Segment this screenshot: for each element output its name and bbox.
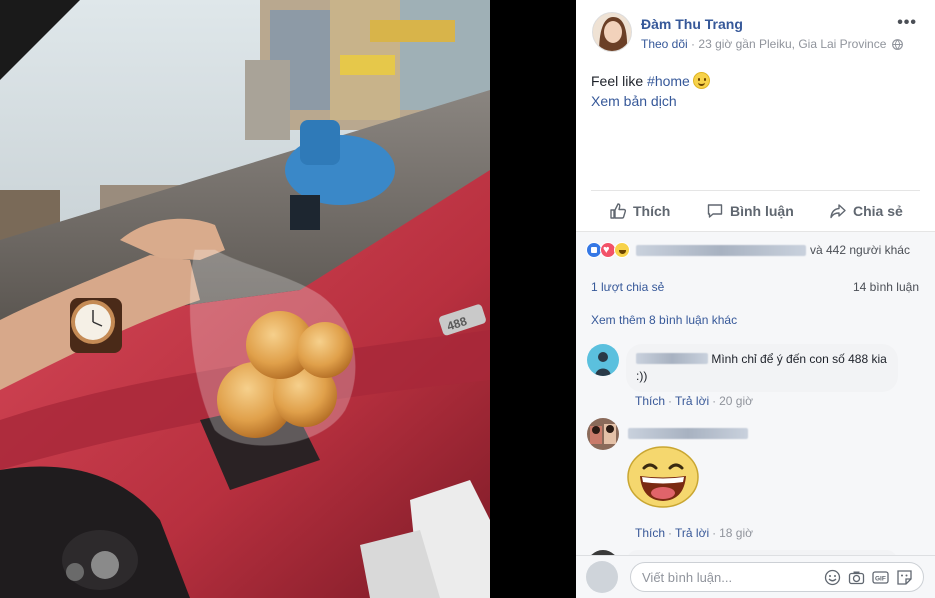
hashtag-link[interactable]: #home — [647, 73, 690, 89]
current-user-avatar — [586, 561, 618, 593]
comment-item: Mình chỉ để ý đến con số 488 kia :)) Thí… — [587, 344, 927, 414]
comment-bubble: Mình chỉ để ý đến con số 488 kia :)) — [626, 344, 898, 392]
blurred-reactor-names — [636, 244, 806, 256]
blurred-commenter-name — [636, 353, 708, 364]
composer-icons: GIF — [824, 569, 913, 586]
reactions-summary[interactable]: và 442 người khác — [586, 242, 910, 258]
commenter-avatar[interactable] — [587, 344, 619, 376]
comment-reply-link[interactable]: Trả lời — [675, 394, 709, 408]
post-header: Đàm Thu Trang Theo dõi · 23 giờ gần Plei… — [576, 0, 935, 70]
view-more-comments-link[interactable]: Xem thêm 8 bình luận khác — [591, 313, 737, 327]
svg-text:GIF: GIF — [875, 576, 886, 583]
blurred-commenter-name — [628, 428, 748, 439]
commenter-avatar[interactable] — [587, 418, 619, 450]
comment-item: Thích · Trả lời · 18 giờ — [587, 418, 927, 548]
like-button-label: Thích — [633, 203, 671, 219]
comment-button[interactable]: Bình luận — [706, 202, 794, 220]
laughing-sticker-icon[interactable] — [626, 446, 700, 508]
comment-actions: Thích · Trả lời · 18 giờ — [635, 526, 753, 540]
thumbs-up-icon — [609, 202, 627, 220]
post-panel: Đàm Thu Trang Theo dõi · 23 giờ gần Plei… — [576, 0, 935, 598]
globe-icon — [891, 39, 903, 53]
post-meta: Theo dõi · 23 giờ gần Pleiku, Gia Lai Pr… — [641, 37, 903, 53]
more-options-icon[interactable]: ••• — [897, 14, 917, 32]
post-actions: Thích Bình luận Chia sẻ — [591, 190, 920, 230]
comment-actions: Thích · Trả lời · 20 giờ — [635, 394, 753, 408]
share-icon — [829, 202, 847, 220]
comment-time[interactable]: 20 giờ — [719, 394, 753, 408]
reactors-count: và 442 người khác — [810, 243, 910, 257]
post-text: Feel like #home — [591, 72, 710, 89]
shares-count[interactable]: 1 lượt chia sẻ — [591, 280, 664, 294]
like-button[interactable]: Thích — [609, 202, 670, 220]
gif-icon[interactable]: GIF — [872, 569, 889, 586]
comment-button-label: Bình luận — [730, 203, 794, 219]
comment-reply-link[interactable]: Trả lời — [675, 526, 709, 540]
post-text-prefix: Feel like — [591, 73, 648, 89]
comment-like-link[interactable]: Thích — [635, 394, 665, 408]
emoji-icon[interactable] — [824, 569, 841, 586]
comment-icon — [706, 202, 724, 220]
camera-icon[interactable] — [848, 569, 865, 586]
comment-like-link[interactable]: Thích — [635, 526, 665, 540]
photo-scene: 488 — [0, 0, 576, 598]
share-button-label: Chia sẻ — [853, 203, 903, 219]
post-photo[interactable]: 488 — [0, 0, 576, 598]
post-time-location[interactable]: 23 giờ gần Pleiku, Gia Lai Province — [698, 37, 886, 51]
sticker-icon[interactable] — [896, 569, 913, 586]
haha-reaction-icon — [614, 242, 630, 258]
meta-separator: · — [691, 37, 696, 51]
comments-count[interactable]: 14 bình luận — [853, 280, 919, 294]
comment-time[interactable]: 18 giờ — [719, 526, 753, 540]
follow-link[interactable]: Theo dõi — [641, 37, 688, 51]
share-button[interactable]: Chia sẻ — [829, 202, 903, 220]
comment-input-placeholder: Viết bình luận... — [642, 570, 733, 585]
comment-composer: Viết bình luận... GIF — [576, 555, 935, 598]
comment-input[interactable]: Viết bình luận... GIF — [630, 562, 924, 592]
author-name[interactable]: Đàm Thu Trang — [641, 16, 743, 32]
feedback-section: và 442 người khác 1 lượt chia sẻ 14 bình… — [576, 231, 935, 598]
smile-emoji-icon — [692, 72, 710, 89]
see-translation-link[interactable]: Xem bản dịch — [591, 93, 677, 109]
author-avatar[interactable] — [592, 12, 632, 52]
